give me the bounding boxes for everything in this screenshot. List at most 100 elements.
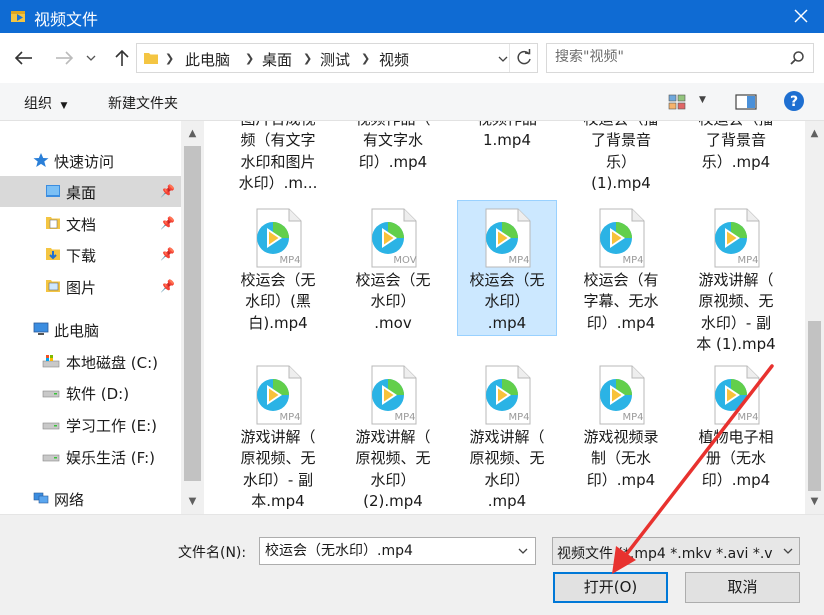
forward-arrow-icon <box>56 51 74 65</box>
search-icon[interactable] <box>789 50 805 66</box>
file-item[interactable]: MP4 游戏讲解（ 原视频、无 水印） (2).mp4 <box>344 358 442 513</box>
up-button[interactable] <box>110 47 134 69</box>
nav-label: 软件 (D:) <box>66 385 130 403</box>
help-icon[interactable]: ? <box>783 90 805 112</box>
address-bar[interactable]: ❯ 此电脑 ❯ 桌面 ❯ 测试 ❯ 视频 <box>136 43 538 73</box>
breadcrumb-segment[interactable]: 测试 <box>320 49 350 70</box>
nav-label: 学习工作 (E:) <box>66 417 158 435</box>
close-button[interactable] <box>778 0 824 33</box>
file-item[interactable]: 校运会（播 了背景音 乐） (1).mp4 <box>572 121 670 205</box>
nav-drive-c[interactable]: 本地磁盘 (C:) <box>0 346 181 377</box>
view-dropdown-icon[interactable]: ▼ <box>699 95 706 105</box>
svg-text:MP4: MP4 <box>394 412 415 423</box>
search-box[interactable] <box>546 43 814 73</box>
cancel-button[interactable]: 取消 <box>685 572 800 603</box>
pin-icon[interactable]: 📌 <box>160 247 175 261</box>
file-name: 游戏讲解（ 原视频、无 水印） .mp4 <box>469 428 545 510</box>
new-folder-button[interactable]: 新建文件夹 <box>108 93 178 113</box>
nav-documents[interactable]: 文档 📌 <box>0 208 181 239</box>
drive-icon <box>42 454 60 462</box>
video-file-icon: MP4 <box>485 208 531 268</box>
nav-desktop[interactable]: 桌面 📌 <box>0 176 181 207</box>
pin-icon[interactable]: 📌 <box>160 216 175 230</box>
nav-this-pc[interactable]: 此电脑 <box>0 314 181 345</box>
file-name: 游戏讲解（ 原视频、无 水印） (2).mp4 <box>355 428 431 510</box>
chevron-right-icon[interactable]: ❯ <box>361 52 370 65</box>
pin-icon[interactable]: 📌 <box>160 279 175 293</box>
scroll-down-icon[interactable]: ▼ <box>181 493 204 510</box>
file-item[interactable]: 校运会（播 了背景音 乐）.mp4 <box>687 121 785 205</box>
svg-text:MP4: MP4 <box>737 255 758 266</box>
nav-network[interactable]: 网络 <box>0 483 181 514</box>
chevron-right-icon[interactable]: ❯ <box>165 52 174 65</box>
breadcrumb-segment[interactable]: 视频 <box>379 49 409 70</box>
nav-drive-f[interactable]: 娱乐生活 (F:) <box>0 441 181 472</box>
forward-button[interactable] <box>52 47 76 69</box>
back-button[interactable] <box>12 47 36 69</box>
svg-text:MP4: MP4 <box>508 412 529 423</box>
organize-button[interactable]: 组织 ▼ <box>24 93 67 113</box>
file-name: 校运会（无 水印） .mp4 <box>469 271 545 332</box>
chevron-down-icon <box>86 55 96 61</box>
file-type-select[interactable]: 视频文件 (*.mp4 *.mkv *.avi *.v <box>552 537 800 565</box>
scroll-up-icon[interactable]: ▲ <box>181 125 204 142</box>
open-button[interactable]: 打开(O) <box>553 572 668 603</box>
file-item[interactable]: MP4 游戏讲解（ 原视频、无 水印）- 副 本.mp4 <box>229 358 327 513</box>
nav-pictures[interactable]: 图片 📌 <box>0 271 181 302</box>
scrollbar-thumb[interactable] <box>184 146 201 481</box>
refresh-button[interactable] <box>509 44 537 72</box>
video-file-icon: MP4 <box>599 365 645 425</box>
filename-input[interactable] <box>265 542 505 558</box>
video-app-icon <box>11 11 25 22</box>
file-name: 图片合成视 频（有文字 水印和图片 水印）.m... <box>238 121 318 192</box>
nav-label: 快速访问 <box>54 153 115 171</box>
window-title: 视频文件 <box>34 10 99 29</box>
chevron-right-icon[interactable]: ❯ <box>303 52 312 65</box>
view-options-icon[interactable] <box>668 94 688 110</box>
address-dropdown-icon[interactable] <box>497 53 509 65</box>
breadcrumb-segment[interactable]: 桌面 <box>262 49 292 70</box>
svg-text:MP4: MP4 <box>279 255 300 266</box>
search-input[interactable] <box>555 49 775 65</box>
scroll-up-icon[interactable]: ▲ <box>805 125 824 142</box>
file-item[interactable]: MP4 植物电子相 册（无水 印）.mp4 <box>687 358 785 513</box>
chevron-down-icon[interactable] <box>782 546 794 556</box>
drive-icon <box>42 422 60 430</box>
file-name: 校运会（播 了背景音 乐） (1).mp4 <box>583 121 658 192</box>
scrollbar-thumb[interactable] <box>808 321 821 491</box>
caret-down-icon: ▼ <box>60 101 68 111</box>
preview-pane-icon[interactable] <box>735 93 757 111</box>
file-item[interactable]: 视频作品（ 有文字水 印）.mp4 <box>344 121 442 205</box>
chevron-down-icon[interactable] <box>517 546 529 556</box>
svg-text:MP4: MP4 <box>622 255 643 266</box>
file-item-selected[interactable]: MP4 校运会（无 水印） .mp4 <box>457 200 557 336</box>
file-name: 校运会（有 字幕、无水 印）.mp4 <box>583 271 659 332</box>
file-item[interactable]: MP4 游戏视频录 制（无水 印）.mp4 <box>572 358 670 513</box>
nav-drive-d[interactable]: 软件 (D:) <box>0 377 181 408</box>
nav-label: 网络 <box>54 491 85 509</box>
nav-label: 文档 <box>66 216 97 234</box>
file-item[interactable]: MP4 游戏讲解（ 原视频、无 水印） .mp4 <box>458 358 556 513</box>
svg-text:MP4: MP4 <box>279 412 300 423</box>
pin-icon[interactable]: 📌 <box>160 184 175 198</box>
nav-drive-e[interactable]: 学习工作 (E:) <box>0 409 181 440</box>
content-scrollbar[interactable]: ▲ ▼ <box>805 121 824 514</box>
file-item[interactable]: 图片合成视 频（有文字 水印和图片 水印）.m... <box>229 121 327 205</box>
nav-scrollbar[interactable]: ▲ ▼ <box>181 121 204 514</box>
recent-locations-button[interactable] <box>84 47 98 69</box>
nav-label: 娱乐生活 (F:) <box>66 449 155 467</box>
breadcrumb-segment[interactable]: 此电脑 <box>185 49 230 70</box>
chevron-right-icon[interactable]: ❯ <box>245 52 254 65</box>
file-item[interactable]: 视频作品 1.mp4 <box>458 121 556 205</box>
scroll-down-icon[interactable]: ▼ <box>805 493 824 510</box>
filename-combobox[interactable] <box>259 537 536 565</box>
video-file-icon: MP4 <box>371 365 417 425</box>
video-file-icon: MOV <box>371 208 417 268</box>
nav-quick-access[interactable]: 快速访问 <box>0 145 181 176</box>
file-item[interactable]: MP4 游戏讲解（ 原视频、无 水印）- 副 本 (1).mp4 <box>687 201 785 356</box>
nav-label: 图片 <box>66 279 97 297</box>
file-item[interactable]: MOV 校运会（无 水印） .mov <box>344 201 442 356</box>
file-item[interactable]: MP4 校运会（无 水印）(黑 白).mp4 <box>229 201 327 356</box>
nav-downloads[interactable]: 下载 📌 <box>0 239 181 270</box>
file-item[interactable]: MP4 校运会（有 字幕、无水 印）.mp4 <box>572 201 670 356</box>
